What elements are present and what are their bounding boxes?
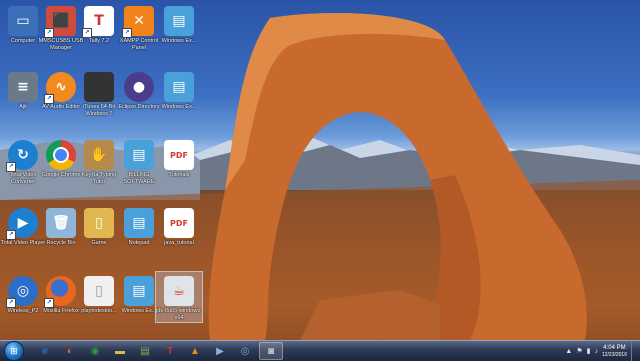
desktop-icon-label: Tutorials (168, 172, 190, 178)
document-icon: ▯ (84, 276, 114, 306)
shortcut-arrow-icon: ↗ (44, 28, 54, 38)
notepad-taskbar-icon[interactable]: ▤ (134, 343, 156, 359)
windows-explorer-desktop-icon-2[interactable]: ▤ Windows Ex... (156, 72, 202, 111)
pdf-icon: PDF (164, 208, 194, 238)
firefox-taskbar-icon[interactable]: ◐ (59, 343, 81, 359)
window-icon: ▤ (124, 276, 154, 306)
desktop-icon-label: jdk-8u65-windows-x64 (156, 308, 202, 321)
recycle-bin-icon: 🗑 (46, 208, 76, 238)
shortcut-arrow-icon: ↗ (6, 298, 16, 308)
clock[interactable]: 4:04 PM 12/23/2016 (602, 345, 627, 358)
chrome-taskbar-icon[interactable]: ◉ (84, 343, 106, 359)
shortcut-arrow-icon: ↗ (6, 162, 16, 172)
computer-icon: ▭ (8, 6, 38, 36)
shortcut-arrow-icon: ↗ (44, 298, 54, 308)
shortcut-arrow-icon: ↗ (44, 94, 54, 104)
clock-date: 12/23/2016 (601, 351, 627, 358)
database-icon: ≡ (8, 72, 38, 102)
eclipse-icon: ● (124, 72, 154, 102)
network-icon[interactable]: ▮ (587, 347, 591, 355)
shortcut-arrow-icon: ↗ (6, 230, 16, 240)
wireless-icon: ◎ ↗ (6, 276, 38, 308)
java-tutorial-pdf-desktop-icon[interactable]: PDF java_tutorial (156, 208, 202, 247)
tally-icon: T ↗ (82, 6, 114, 38)
start-button[interactable]: ⊞ (4, 341, 24, 361)
xampp-icon: ✕ ↗ (122, 6, 154, 38)
tally-taskbar-icon[interactable]: T (159, 343, 181, 359)
converter-icon: ↻ ↗ (6, 140, 38, 172)
window-icon: ▤ (124, 208, 154, 238)
window-icon: ▤ (164, 72, 194, 102)
audio-wave-icon: ∿ ↗ (44, 72, 76, 104)
clock-time: 4:04 PM (603, 344, 626, 351)
action-center-icon[interactable]: ⚑ (576, 347, 582, 355)
camera-taskbar-icon[interactable]: ◙ (259, 342, 283, 360)
taskbar: ⊞ e ◐ ◉ ▬ ▤ T ▲ ▶ ◎ ◙ ▲ ⚑ ▮ ♪ 4:04 PM 12… (0, 340, 640, 361)
window-icon: ▤ (124, 140, 154, 170)
tutorials-pdf-desktop-icon[interactable]: PDF Tutorials (156, 140, 202, 179)
shortcut-arrow-icon: ↗ (82, 28, 92, 38)
vlc-taskbar-icon[interactable]: ▲ (184, 343, 206, 359)
hand-icon: ✋ (84, 140, 114, 170)
folder-taskbar-icon[interactable]: ▬ (109, 343, 131, 359)
java-installer-icon: ☕ (164, 276, 194, 306)
window-icon: ▤ (164, 6, 194, 36)
desktop-icon-label: Windows Ex... (161, 104, 197, 110)
system-tray: ▲ ⚑ ▮ ♪ 4:04 PM 12/23/2016 (565, 341, 640, 361)
pdf-icon: PDF (164, 140, 194, 170)
play-icon: ▶ ↗ (6, 208, 38, 240)
folder-icon: ▯ (84, 208, 114, 238)
apple-icon (84, 72, 114, 102)
show-hidden-icons-icon[interactable]: ▲ (565, 348, 572, 355)
chrome-icon (46, 140, 76, 170)
internet-explorer-taskbar-icon[interactable]: e (34, 343, 56, 359)
desktop-icon-label: java_tutorial (164, 240, 194, 246)
usb-manager-icon: ⬛ ↗ (44, 6, 76, 38)
volume-icon[interactable]: ♪ (594, 348, 598, 355)
windows-explorer-desktop-icon[interactable]: ▤ Windows Ex... (156, 6, 202, 45)
jdk-installer-desktop-icon[interactable]: ☕ jdk-8u65-windows-x64 (155, 271, 203, 323)
show-desktop-button[interactable] (631, 341, 640, 361)
wireless-taskbar-icon[interactable]: ◎ (234, 343, 256, 359)
shortcut-arrow-icon: ↗ (122, 28, 132, 38)
desktop-icon-label: Windows Ex... (161, 38, 197, 44)
firefox-icon: ↗ (44, 276, 76, 308)
media-player-taskbar-icon[interactable]: ▶ (209, 343, 231, 359)
